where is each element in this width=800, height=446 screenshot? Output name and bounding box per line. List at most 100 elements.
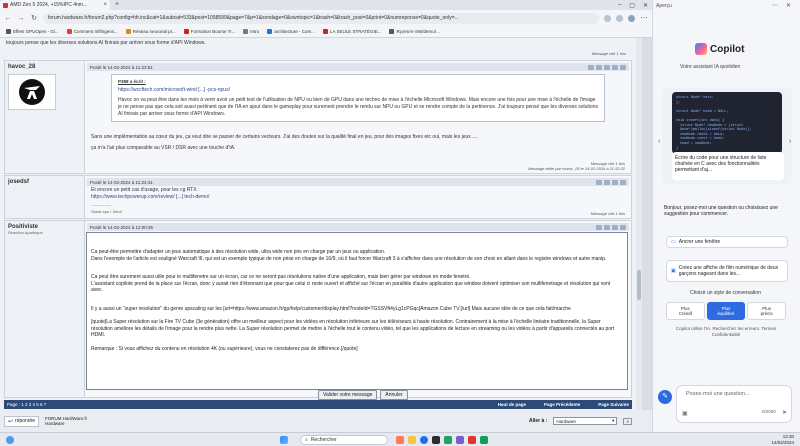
- weather-icon[interactable]: [6, 436, 14, 444]
- search-icon: ⌕: [305, 437, 308, 443]
- submit-button[interactable]: Valider votre message: [318, 390, 378, 400]
- bookmark-label: Formation Bourse Tr...: [190, 29, 236, 34]
- new-tab-icon[interactable]: +: [113, 1, 121, 9]
- taskbar-app-icon[interactable]: [396, 436, 404, 444]
- multi-quote-icon[interactable]: [612, 64, 618, 70]
- pagination-pages[interactable]: Page : 1 2 3 4 5 6 7: [7, 402, 46, 407]
- bookmark-item[interactable]: Comment Infiltrgens...: [66, 29, 118, 34]
- carousel-prev-icon[interactable]: ‹: [658, 138, 660, 145]
- post-link[interactable]: https://www.techpowerup.com/review/ [...…: [91, 194, 625, 201]
- edited-info: Message édité par havoc_28 le 14-02-2024…: [528, 166, 625, 171]
- copilot-close-icon[interactable]: ✕: [786, 2, 791, 9]
- bookmark-item[interactable]: Réseau neuronal pr...: [125, 29, 176, 34]
- post-author[interactable]: havoc_28: [8, 64, 81, 70]
- breadcrumb-category[interactable]: Hardware: [45, 421, 87, 426]
- previous-page-link[interactable]: Page Précédente: [544, 402, 580, 407]
- style-balanced-button[interactable]: Plus équilibré: [706, 302, 746, 320]
- copilot-char-counter: 0/2000: [762, 409, 776, 414]
- close-tab-icon[interactable]: ×: [103, 2, 107, 8]
- top-of-page-link[interactable]: Haut de page: [498, 402, 526, 407]
- style-creative-button[interactable]: Plus Créatif: [666, 302, 705, 320]
- code-preview: struct Node* next;}; struct Node* head =…: [672, 92, 782, 154]
- post-author[interactable]: josedsf: [8, 179, 81, 185]
- menu-icon[interactable]: ⋯: [640, 14, 648, 22]
- close-window-icon[interactable]: ✕: [643, 2, 648, 9]
- go-button[interactable]: >: [623, 417, 632, 425]
- taskbar-app-icon[interactable]: [456, 436, 464, 444]
- bookmark-item[interactable]: Effets GPUOpen - Gi...: [6, 29, 59, 34]
- post-author-panel: havoc_28: [5, 61, 85, 173]
- signature[interactable]: Guide cpu / Zen4: [91, 209, 625, 216]
- minimize-icon[interactable]: –: [618, 2, 621, 9]
- post-body: P388 a écrit : https://wccftech.com/micr…: [91, 74, 625, 152]
- image-icon: ▣: [671, 268, 676, 274]
- alert-icon[interactable]: [620, 64, 626, 70]
- profile-icon[interactable]: [596, 224, 602, 230]
- edge-browser-icon[interactable]: [420, 436, 428, 444]
- bookmark-label: Effets GPUOpen - Gi...: [13, 29, 59, 34]
- profile-icon[interactable]: [596, 179, 602, 185]
- new-topic-icon[interactable]: ✎: [658, 390, 672, 404]
- send-icon[interactable]: ➤: [782, 409, 787, 416]
- style-precise-button[interactable]: Plus précis: [747, 302, 787, 320]
- carousel-card[interactable]: Écrire du code pour une structure de lis…: [672, 152, 784, 180]
- taskbar-app-icon[interactable]: [480, 436, 488, 444]
- forward-icon[interactable]: →: [17, 15, 25, 22]
- quote-icon[interactable]: [604, 64, 610, 70]
- profile-icon[interactable]: [588, 64, 594, 70]
- suggestion-dock-window[interactable]: ▭ Ancrer une fenêtre: [666, 236, 788, 248]
- next-page-link[interactable]: Page Suivante: [598, 402, 629, 407]
- terminal-icon[interactable]: [432, 436, 440, 444]
- bookmark-item[interactable]: architecture - Com...: [267, 29, 315, 34]
- page-scrollbar[interactable]: [636, 38, 642, 410]
- reply-button[interactable]: ↩ répondre: [4, 415, 40, 427]
- maximize-icon[interactable]: ▢: [629, 2, 635, 9]
- copilot-input-placeholder: Posez-moi une question...: [686, 391, 750, 397]
- profile-icon[interactable]: [628, 14, 635, 22]
- copilot-greeting: Bonjour, posez-moi une question ou chois…: [664, 205, 778, 218]
- delete-icon[interactable]: [620, 224, 626, 230]
- message-editor-textarea[interactable]: Ca peut-être permettre d'adapter un jeux…: [86, 232, 628, 390]
- extension-icon[interactable]: [604, 14, 611, 22]
- page-scrollbar-thumb[interactable]: [637, 270, 641, 300]
- suggestion-poster[interactable]: ▣ Créez une affiche de film numérique de…: [666, 260, 788, 282]
- bookmark-item[interactable]: RyzenAI-SW/demo/...: [389, 29, 440, 34]
- copilot-disclaimer: Copilot utilise l'IA. Recherchez les err…: [675, 326, 777, 337]
- back-icon[interactable]: ←: [4, 15, 12, 22]
- taskbar-search[interactable]: ⌕ Rechercher: [300, 435, 388, 445]
- image-upload-icon[interactable]: ▣: [682, 410, 688, 417]
- forum-footer-content: ↩ répondre FORUM HardWare.fr Hardware Al…: [4, 414, 632, 428]
- browser-tab[interactable]: AMD Zen 5 2024, +15%IPC 4nm... ×: [0, 0, 110, 10]
- system-clock[interactable]: 12:30 14/02/2024: [771, 434, 794, 445]
- start-icon[interactable]: [280, 436, 288, 444]
- file-explorer-icon[interactable]: [408, 436, 416, 444]
- post-author-panel: Positiviste Réaction Apathique: [5, 221, 85, 397]
- edit-icon[interactable]: [604, 224, 610, 230]
- bookmark-item[interactable]: Intro: [243, 29, 259, 34]
- reload-icon[interactable]: ↻: [30, 14, 38, 22]
- carousel-next-icon[interactable]: ›: [789, 138, 791, 145]
- bookmark-item[interactable]: LA SEULE STRATÉGIE...: [323, 29, 381, 34]
- goto-select[interactable]: Hardware ▾: [553, 417, 618, 425]
- quote-icon[interactable]: [612, 179, 618, 185]
- copilot-subtitle: Votre assistant IA quotidien: [680, 64, 741, 70]
- mail-icon[interactable]: [604, 179, 610, 185]
- post-date: Posté le 14-02-2024 à 12:00:35: [90, 224, 154, 230]
- taskbar-app-icon[interactable]: [468, 436, 476, 444]
- alert-icon[interactable]: [620, 179, 626, 185]
- url-bar[interactable]: forum.hardware.fr/forum2.php?config=hfr.…: [43, 12, 599, 24]
- goto-label: Aller à :: [529, 418, 548, 424]
- taskbar-app-icon[interactable]: [444, 436, 452, 444]
- post-date: Posté le 14-02-2024 à 11:24:41: [90, 179, 153, 185]
- copilot-more-icon[interactable]: ⋯: [772, 2, 778, 9]
- cancel-button[interactable]: Annuler: [380, 390, 408, 400]
- quote-link[interactable]: https://wccftech.com/microsoft-wind [...…: [118, 87, 598, 94]
- bookmark-favicon-icon: [389, 29, 395, 34]
- quote-icon[interactable]: [612, 224, 618, 230]
- bookmark-item[interactable]: Formation Bourse Tr...: [183, 29, 236, 34]
- copilot-header: Aperçu: [656, 3, 672, 9]
- mail-icon[interactable]: [596, 64, 602, 70]
- post-actions: [596, 179, 626, 185]
- quote-author[interactable]: P388 a écrit :: [118, 78, 598, 85]
- favorites-icon[interactable]: [616, 14, 623, 22]
